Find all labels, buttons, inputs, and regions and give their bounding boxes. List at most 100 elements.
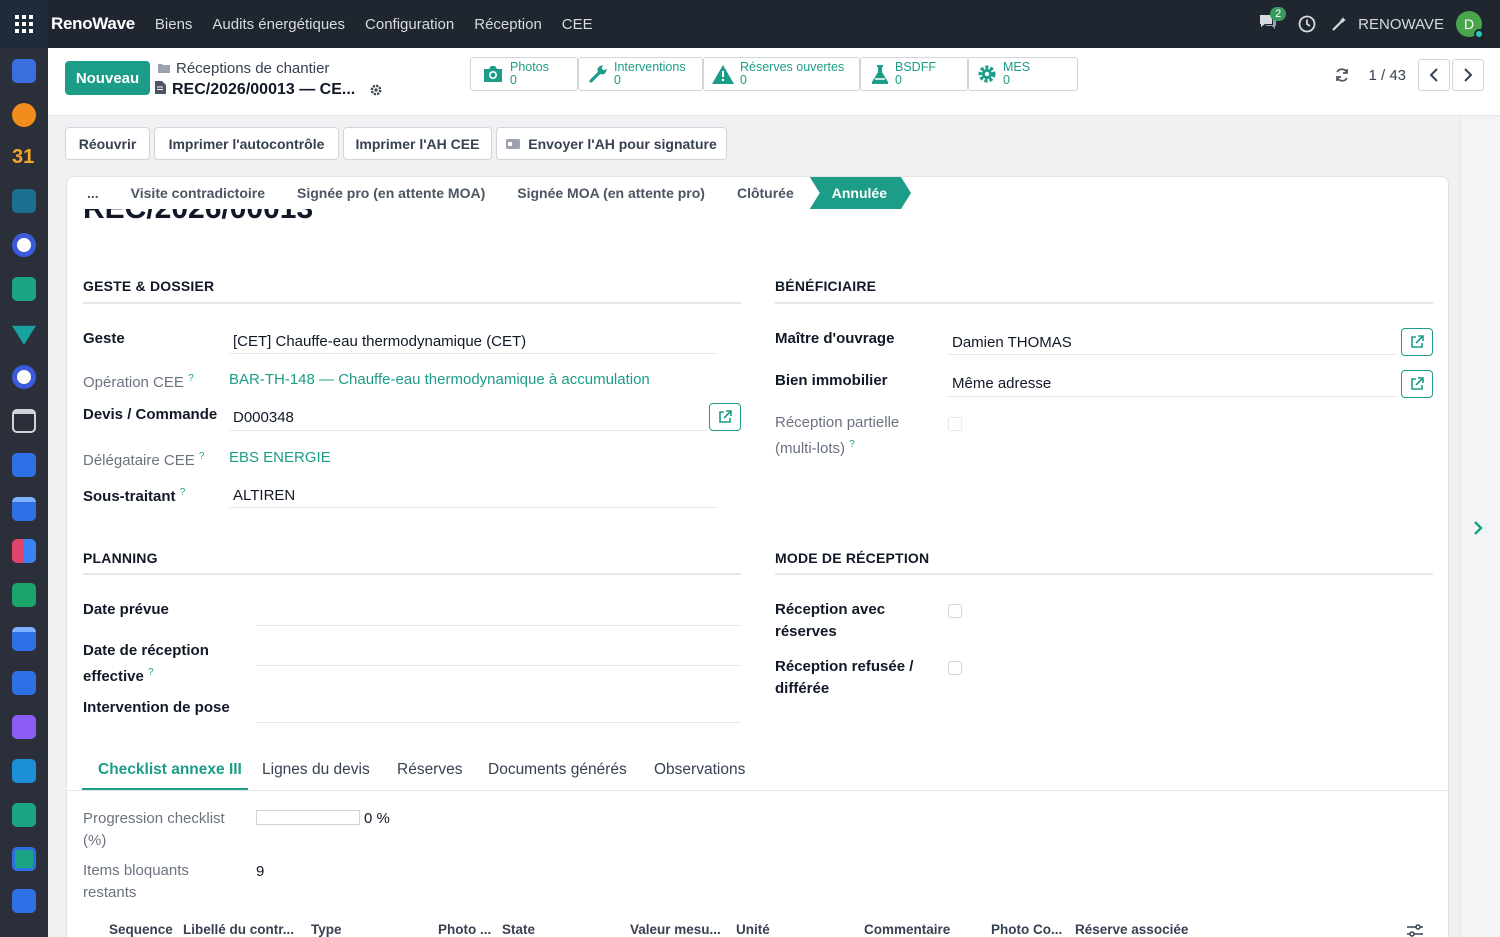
calendar-31-icon[interactable]: 31	[12, 145, 36, 169]
tab-lignes-devis[interactable]: Lignes du devis	[262, 761, 370, 779]
operation-value[interactable]: BAR-TH-148 — Chauffe-eau thermodynamique…	[229, 371, 650, 388]
tab-reserves[interactable]: Réserves	[397, 761, 462, 779]
column-commentaire[interactable]: Commentaire	[864, 922, 950, 937]
smart-button-open-reserves[interactable]: Réserves ouvertes 0	[703, 57, 860, 91]
purple-app-icon[interactable]	[12, 715, 36, 739]
user-avatar[interactable]: D	[1456, 11, 1484, 39]
menu-audits[interactable]: Audits énergétiques	[202, 16, 355, 33]
column-sequence[interactable]: Sequence	[109, 922, 173, 937]
smart-button-photos[interactable]: Photos 0	[470, 57, 578, 91]
new-button[interactable]: Nouveau	[65, 61, 150, 95]
pager-value[interactable]: 1 / 43	[1368, 67, 1406, 84]
column-reserve[interactable]: Réserve associée	[1075, 922, 1188, 937]
column-unite[interactable]: Unité	[736, 922, 770, 937]
chat-icon[interactable]: 2	[1258, 7, 1287, 35]
column-photo-commentaire[interactable]: Photo Co...	[991, 922, 1062, 937]
help-icon[interactable]: ?	[180, 487, 186, 498]
green-app-icon[interactable]	[12, 583, 36, 607]
menu-biens[interactable]: Biens	[145, 16, 203, 33]
target-app-icon[interactable]	[12, 233, 36, 257]
status-visite[interactable]: Visite contradictoire	[115, 185, 281, 201]
documents-app-icon[interactable]	[12, 759, 36, 783]
intervention-input[interactable]	[256, 722, 741, 723]
studio-app-icon[interactable]	[12, 325, 36, 345]
bien-open-button[interactable]	[1401, 370, 1433, 398]
status-cloturee[interactable]: Clôturée	[721, 185, 810, 201]
smart-count-reserves: 0	[740, 73, 747, 87]
column-state[interactable]: State	[502, 922, 535, 937]
clock-icon[interactable]	[1298, 15, 1316, 33]
bien-value[interactable]: Même adresse	[952, 375, 1051, 392]
smart-button-interventions[interactable]: Interventions 0	[578, 57, 703, 91]
help-icon[interactable]: ?	[148, 667, 154, 678]
bank-app-icon[interactable]	[12, 409, 36, 433]
app-dock: 31	[0, 0, 48, 937]
column-type[interactable]: Type	[311, 922, 342, 937]
tab-observations[interactable]: Observations	[654, 761, 745, 779]
spreadsheet-app-icon[interactable]	[12, 847, 36, 871]
delegataire-value[interactable]: EBS ENERGIE	[229, 449, 331, 466]
status-signee-moa[interactable]: Signée MOA (en attente pro)	[501, 185, 721, 201]
status-signee-pro[interactable]: Signée pro (en attente MOA)	[281, 185, 501, 201]
help-icon[interactable]: ?	[188, 373, 194, 384]
help-icon[interactable]: ?	[849, 439, 855, 450]
menu-cee[interactable]: CEE	[552, 16, 603, 33]
sous-traitant-value[interactable]: ALTIREN	[233, 487, 295, 504]
sign-app-icon[interactable]	[12, 189, 36, 213]
print-ah-button[interactable]: Imprimer l'AH CEE	[343, 127, 492, 160]
reception-partielle-checkbox[interactable]	[948, 417, 962, 431]
contacts-app-icon[interactable]	[12, 277, 36, 301]
status-annulee[interactable]: Annulée	[810, 177, 911, 209]
pager-next-button[interactable]	[1452, 59, 1484, 91]
column-libelle[interactable]: Libellé du contr...	[183, 922, 294, 937]
devis-open-button[interactable]	[709, 403, 741, 431]
calendar-app-icon[interactable]	[12, 627, 36, 651]
send-ah-signature-button[interactable]: Envoyer l'AH pour signature	[496, 127, 727, 160]
print-selfcheck-button[interactable]: Imprimer l'autocontrôle	[154, 127, 339, 160]
column-photo[interactable]: Photo ...	[438, 922, 491, 937]
reopen-button[interactable]: Réouvrir	[65, 127, 150, 160]
menu-configuration[interactable]: Configuration	[355, 16, 464, 33]
avec-reserves-checkbox[interactable]	[948, 604, 962, 618]
column-valeur[interactable]: Valeur mesu...	[630, 922, 721, 937]
chatter-toggle-strip[interactable]	[1460, 117, 1500, 937]
pager-previous-button[interactable]	[1418, 59, 1450, 91]
status-more[interactable]: ...	[67, 185, 115, 201]
help-icon[interactable]: ?	[199, 451, 205, 462]
target2-app-icon[interactable]	[12, 365, 36, 389]
smart-button-mes[interactable]: MES 0	[968, 57, 1078, 91]
discuss-app-icon[interactable]	[12, 59, 36, 83]
devis-value[interactable]: D000348	[233, 409, 294, 426]
brand-name[interactable]: RenoWave	[51, 14, 135, 34]
tab-checklist[interactable]: Checklist annexe III	[98, 761, 242, 779]
section-mode-title: MODE DE RÉCEPTION	[775, 550, 930, 566]
planning-app-icon[interactable]	[12, 497, 36, 521]
dashboard-app-icon[interactable]	[12, 539, 36, 563]
date-prevue-input[interactable]	[256, 625, 741, 626]
chevron-right-icon[interactable]	[1473, 521, 1483, 535]
breadcrumb-parent[interactable]: Réceptions de chantier	[176, 60, 329, 77]
date-effective-input[interactable]	[256, 665, 741, 666]
blue-app-icon[interactable]	[12, 453, 36, 477]
gear-icon[interactable]	[369, 83, 383, 97]
moa-value[interactable]: Damien THOMAS	[952, 334, 1072, 351]
apps-grid-icon[interactable]	[0, 0, 48, 48]
control-panel: Nouveau Réceptions de chantier REC/2026/…	[48, 48, 1500, 116]
tab-documents[interactable]: Documents générés	[488, 761, 627, 779]
magic-wand-icon[interactable]	[1330, 15, 1348, 33]
column-settings-icon[interactable]	[1407, 924, 1423, 937]
menu-reception[interactable]: Réception	[464, 16, 552, 33]
chat-app-icon[interactable]	[12, 103, 36, 127]
smart-button-bsdff[interactable]: BSDFF 0	[860, 57, 968, 91]
date-effective-line2: effective	[83, 668, 144, 685]
company-name[interactable]: RENOWAVE	[1358, 16, 1444, 33]
smart-label-reserves: Réserves ouvertes	[740, 60, 845, 74]
tools-app-icon[interactable]	[12, 889, 36, 913]
external-link-icon	[1410, 377, 1424, 391]
moa-open-button[interactable]	[1401, 328, 1433, 356]
geste-value[interactable]: [CET] Chauffe-eau thermodynamique (CET)	[233, 333, 526, 350]
teal-app-icon[interactable]	[12, 803, 36, 827]
refresh-icon[interactable]	[1334, 67, 1350, 83]
project-app-icon[interactable]	[12, 671, 36, 695]
refusee-checkbox[interactable]	[948, 661, 962, 675]
